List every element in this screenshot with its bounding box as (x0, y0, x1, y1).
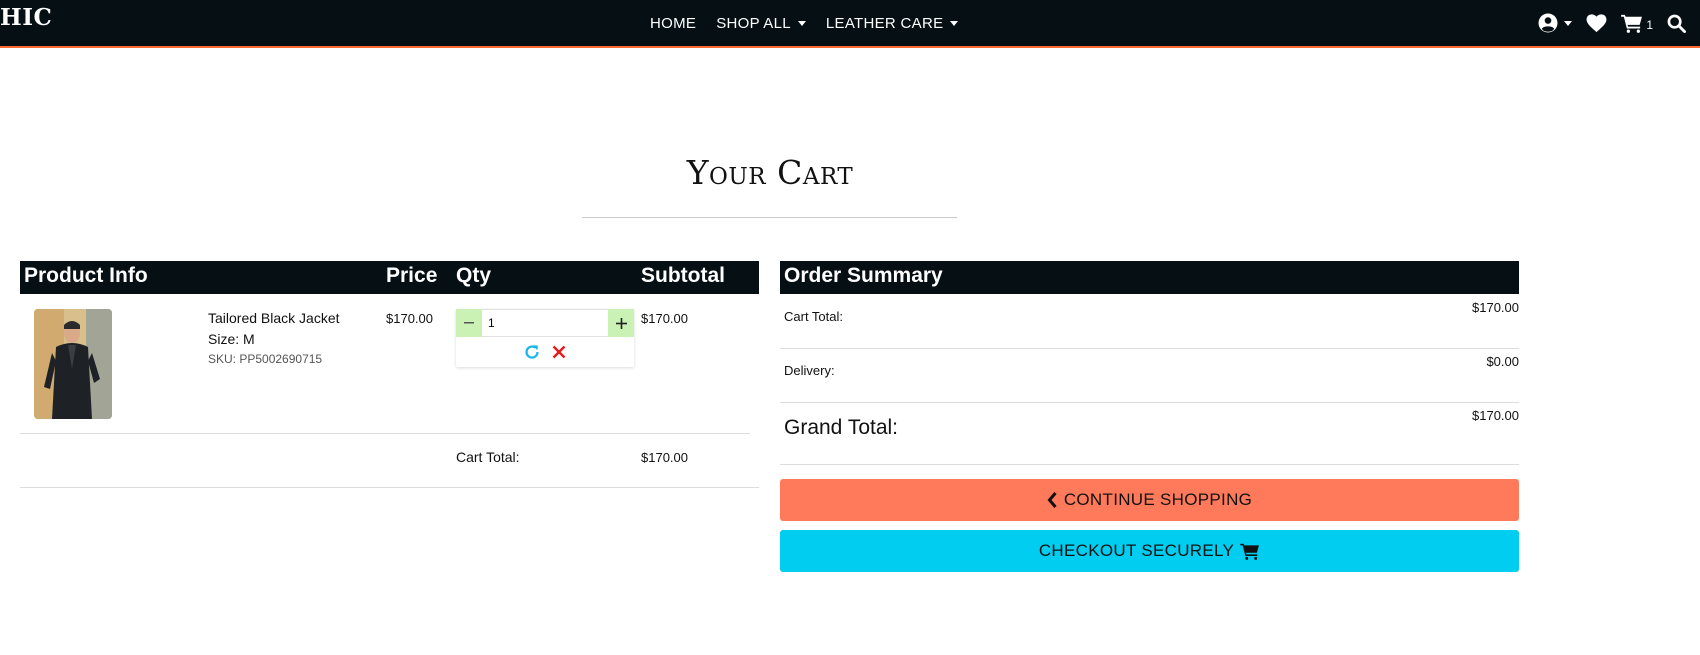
summary-divider (780, 402, 1519, 403)
main-nav: HOME SHOP ALL LEATHER CARE (650, 0, 978, 46)
summary-cart-total-label: Cart Total: (784, 309, 844, 324)
header-product-info: Product Info (24, 264, 148, 287)
wishlist-link[interactable] (1586, 13, 1607, 33)
header-qty: Qty (456, 264, 492, 287)
account-menu[interactable] (1538, 13, 1573, 33)
product-photo-icon (34, 309, 112, 419)
product-image[interactable] (34, 309, 112, 419)
row-divider (20, 487, 759, 488)
increase-qty-button[interactable] (608, 309, 634, 337)
product-sku: SKU: PP5002690715 (208, 352, 323, 366)
product-size: Size: M (208, 331, 255, 347)
summary-delivery-label: Delivery: (784, 363, 835, 378)
header-subtotal: Subtotal (641, 264, 725, 287)
brand-logo[interactable]: HIC (0, 4, 52, 31)
cart-icon (1621, 14, 1643, 33)
cart-table-header: Product Info Price Qty Subtotal (20, 261, 759, 294)
title-divider (582, 217, 957, 218)
minus-icon (464, 322, 474, 324)
caret-down-icon (1564, 20, 1573, 26)
order-summary-title: Order Summary (784, 264, 943, 287)
item-subtotal: $170.00 (641, 311, 688, 326)
summary-cart-total-value: $170.00 (1472, 300, 1519, 315)
cart-count-badge: 1 (1646, 18, 1653, 32)
chevron-left-icon (1047, 492, 1057, 508)
nav-link-leather-care[interactable]: LEATHER CARE (826, 15, 959, 32)
checkout-label: CHECKOUT SECURELY (1038, 541, 1235, 560)
header-price: Price (386, 264, 438, 287)
summary-divider (780, 464, 1519, 465)
summary-delivery-value: $0.00 (1486, 354, 1519, 369)
user-icon (1538, 13, 1558, 33)
nav-link-label: SHOP ALL (716, 14, 791, 32)
quantity-stepper (456, 309, 634, 367)
decrease-qty-button[interactable] (456, 309, 482, 337)
top-navbar: HIC HOME SHOP ALL LEATHER CARE 1 (0, 0, 1700, 48)
product-name[interactable]: Tailored Black Jacket (208, 310, 340, 326)
checkout-button[interactable]: CHECKOUT SECURELY (780, 530, 1519, 572)
item-actions (456, 341, 634, 363)
cart-link[interactable]: 1 (1621, 14, 1653, 33)
cart-total-value: $170.00 (641, 450, 688, 465)
caret-down-icon (797, 20, 806, 26)
refresh-icon (525, 345, 539, 359)
search-button[interactable] (1667, 14, 1686, 33)
quantity-input[interactable] (482, 309, 608, 337)
row-divider (20, 433, 750, 434)
remove-item-button[interactable] (552, 345, 566, 359)
grand-total-value: $170.00 (1472, 408, 1519, 423)
plus-icon (615, 317, 627, 329)
nav-link-shop-all[interactable]: SHOP ALL (716, 15, 806, 32)
order-summary-header: Order Summary (780, 261, 1519, 294)
item-price: $170.00 (386, 311, 433, 326)
summary-divider (780, 348, 1519, 349)
page-title: Your Cart (686, 153, 854, 192)
nav-link-home[interactable]: HOME (650, 15, 696, 32)
heart-icon (1586, 13, 1607, 32)
close-icon (552, 345, 566, 359)
grand-total-label: Grand Total: (784, 416, 899, 439)
nav-link-label: LEATHER CARE (825, 14, 944, 32)
caret-down-icon (950, 20, 959, 26)
cart-icon (1240, 543, 1260, 560)
nav-icons: 1 (1538, 0, 1700, 46)
search-icon (1667, 14, 1686, 33)
update-item-button[interactable] (524, 344, 540, 360)
continue-shopping-button[interactable]: CONTINUE SHOPPING (780, 479, 1519, 521)
nav-link-label: HOME (650, 14, 697, 32)
cart-total-label: Cart Total: (456, 449, 520, 465)
continue-shopping-label: CONTINUE SHOPPING (1063, 490, 1253, 509)
